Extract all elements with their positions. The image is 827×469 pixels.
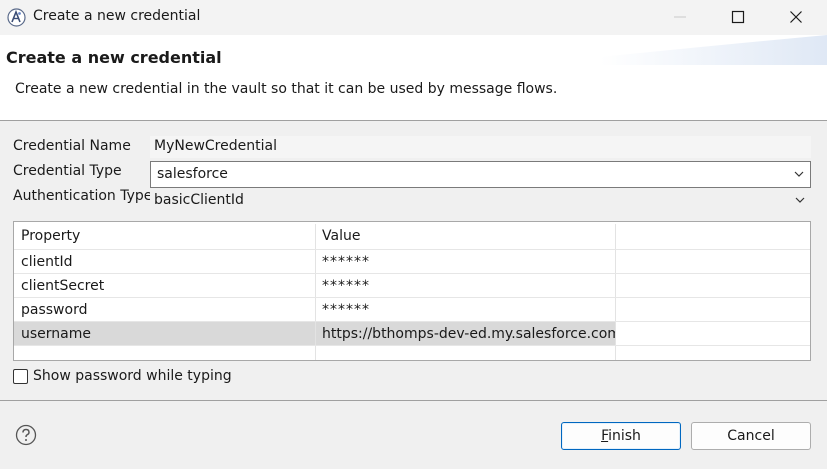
help-icon	[15, 424, 37, 446]
authentication-type-dropdown[interactable]: basicClientId	[150, 188, 811, 213]
properties-table[interactable]: Property Value clientId ****** clientSec…	[13, 221, 811, 361]
close-button[interactable]	[767, 0, 825, 35]
maximize-button[interactable]	[709, 0, 767, 35]
column-header-value[interactable]: Value	[315, 224, 615, 249]
credential-type-label: Credential Type	[13, 163, 122, 179]
banner-decoration	[600, 35, 827, 65]
cancel-button[interactable]: Cancel	[691, 422, 811, 450]
table-row-empty	[14, 346, 810, 360]
page-description: Create a new credential in the vault so …	[15, 81, 558, 97]
show-password-label[interactable]: Show password while typing	[33, 368, 232, 384]
table-row[interactable]: clientId ******	[14, 250, 810, 274]
credential-type-dropdown[interactable]: salesforce	[150, 161, 811, 188]
wizard-banner: Create a new credential Create a new cre…	[0, 35, 827, 121]
table-row[interactable]: clientSecret ******	[14, 274, 810, 298]
footer-divider	[0, 400, 827, 401]
empty-cell	[615, 298, 810, 321]
authentication-type-label: Authentication Type	[13, 188, 153, 204]
chevron-down-icon	[794, 171, 804, 177]
close-icon	[790, 11, 802, 23]
chevron-down-icon	[795, 197, 805, 203]
credential-name-field[interactable]: MyNewCredential	[150, 136, 811, 158]
help-button[interactable]	[15, 424, 37, 446]
empty-cell	[615, 274, 810, 297]
show-password-checkbox[interactable]	[13, 369, 28, 384]
table-header: Property Value	[14, 224, 810, 250]
empty-cell	[14, 346, 315, 360]
table-row[interactable]: password ******	[14, 298, 810, 322]
page-title: Create a new credential	[6, 48, 222, 67]
minimize-button[interactable]	[651, 0, 709, 35]
property-cell: password	[21, 302, 88, 318]
title-bar: Create a new credential	[0, 0, 827, 35]
empty-cell	[615, 346, 810, 360]
table-row-selected[interactable]: username https://bthomps-dev-ed.my.sales…	[14, 322, 810, 346]
column-header-property[interactable]: Property	[14, 224, 315, 249]
value-cell[interactable]: ******	[315, 274, 615, 297]
empty-cell	[615, 322, 810, 345]
empty-cell	[615, 250, 810, 273]
credential-name-label: Credential Name	[13, 138, 131, 154]
property-cell: username	[21, 326, 91, 342]
minimize-icon	[674, 16, 686, 18]
credential-type-value: salesforce	[157, 166, 228, 182]
empty-cell	[315, 346, 615, 360]
property-cell: clientId	[21, 254, 73, 270]
app-logo-icon	[7, 8, 26, 27]
finish-button[interactable]: Finish	[561, 422, 681, 450]
value-cell[interactable]: https://bthomps-dev-ed.my.salesforce.com	[315, 322, 621, 345]
value-cell[interactable]: ******	[315, 250, 615, 273]
maximize-icon	[731, 10, 745, 24]
value-cell[interactable]: ******	[315, 298, 615, 321]
authentication-type-value: basicClientId	[154, 192, 244, 208]
property-cell: clientSecret	[21, 278, 105, 294]
finish-label: inish	[608, 428, 641, 444]
column-header-empty	[615, 224, 810, 249]
window-title: Create a new credential	[33, 8, 201, 24]
